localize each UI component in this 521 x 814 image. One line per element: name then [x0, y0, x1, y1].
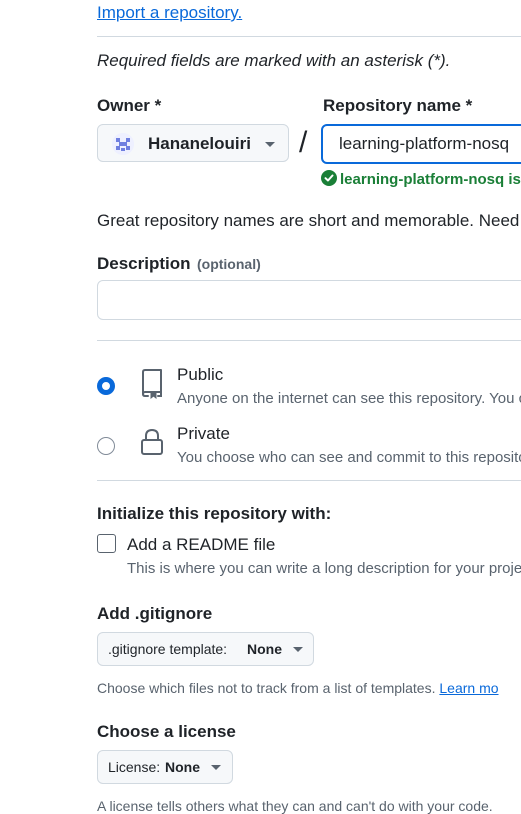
description-label: Description (optional) [97, 254, 261, 274]
optional-tag: (optional) [196, 256, 261, 272]
divider [97, 480, 521, 481]
owner-repo-separator: / [299, 126, 308, 159]
public-option-title: Public [177, 365, 224, 384]
learn-more-link[interactable]: Learn mo [439, 680, 498, 696]
chevron-down-icon [211, 765, 221, 770]
private-radio[interactable] [97, 437, 115, 455]
license-select-prefix: License: [108, 759, 161, 775]
avatar [112, 133, 134, 155]
public-radio[interactable] [97, 377, 115, 395]
license-description: A license tells others what they can and… [97, 798, 493, 814]
license-select-value: None [165, 759, 200, 775]
repo-icon [142, 369, 162, 399]
add-readme-label[interactable]: Add a README file [127, 535, 275, 555]
import-repository-link[interactable]: Import a repository. [97, 3, 242, 23]
owner-label: Owner * [97, 96, 162, 115]
availability-status: learning-platform-nosq is [321, 170, 521, 188]
gitignore-select-value: None [247, 641, 282, 657]
owner-select-button[interactable]: Hananelouiri [97, 124, 289, 162]
required-fields-note: Required fields are marked with an aster… [97, 51, 451, 70]
availability-text: learning-platform-nosq is [340, 171, 521, 188]
add-readme-description: This is where you can write a long descr… [127, 560, 521, 577]
license-select[interactable]: License: None [97, 750, 233, 784]
gitignore-template-select[interactable]: .gitignore template: None [97, 632, 314, 666]
gitignore-select-prefix: .gitignore template: [108, 641, 228, 657]
chevron-down-icon [265, 142, 275, 147]
repository-name-input[interactable]: learning-platform-nosq [321, 124, 521, 164]
chevron-down-icon [293, 647, 303, 652]
private-option-title: Private [177, 424, 230, 443]
repository-name-hint: Great repository names are short and mem… [97, 211, 520, 230]
gitignore-heading: Add .gitignore [97, 604, 213, 623]
description-label-text: Description [97, 254, 191, 273]
license-heading: Choose a license [97, 722, 236, 741]
private-option-description: You choose who can see and commit to thi… [177, 449, 521, 466]
public-option-description: Anyone on the internet can see this repo… [177, 390, 521, 407]
check-circle-icon [321, 170, 337, 186]
create-repository-form: Import a repository. Required fields are… [0, 0, 521, 814]
owner-name: Hananelouiri [148, 134, 251, 153]
gitignore-description-text: Choose which files not to track from a l… [97, 680, 436, 696]
repository-name-value: learning-platform-nosq [339, 134, 510, 153]
description-input[interactable] [97, 280, 521, 320]
divider [97, 36, 521, 37]
add-readme-checkbox[interactable] [97, 534, 116, 553]
gitignore-description: Choose which files not to track from a l… [97, 680, 499, 696]
lock-icon [141, 428, 163, 455]
initialize-heading: Initialize this repository with: [97, 504, 332, 523]
divider [97, 340, 521, 341]
repository-name-label: Repository name * [323, 96, 473, 115]
